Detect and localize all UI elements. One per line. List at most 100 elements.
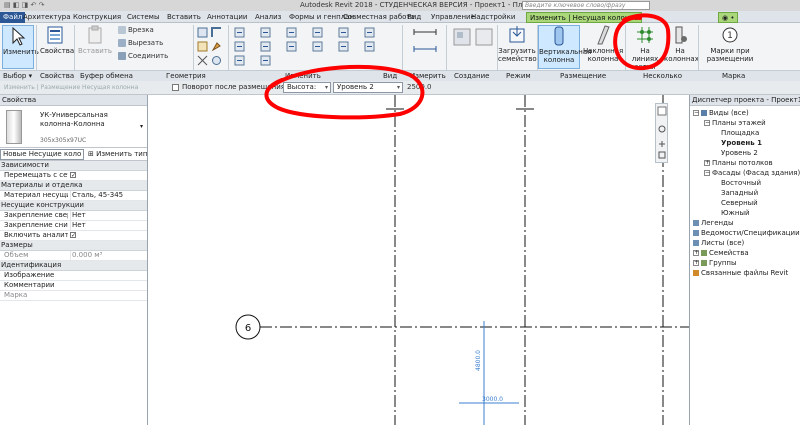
properties-button[interactable]: Свойства [40, 25, 74, 55]
property-group-header[interactable]: Материалы и отделка [0, 181, 147, 191]
level-dropdown[interactable]: Уровень 2 ▾ [333, 82, 403, 93]
property-value[interactable]: 0.000 м³ [70, 251, 146, 260]
tree-node[interactable]: + Группы [693, 259, 737, 268]
pin-icon[interactable] [338, 41, 349, 52]
property-checkbox[interactable]: ✓ [70, 232, 76, 239]
trim-icon[interactable] [234, 41, 245, 52]
ribbon-tab[interactable]: Анализ [252, 12, 284, 23]
ribbon-tab[interactable]: Вставить [164, 12, 204, 23]
tree-node[interactable]: + Семейства [693, 249, 749, 258]
tree-node[interactable]: Восточный [715, 179, 761, 188]
quick-access-toolbar[interactable]: ▤ ◧ ◨ ↶ ↷ [4, 1, 44, 9]
property-group-header[interactable]: Несущие конструкции [0, 201, 147, 211]
rotate-icon[interactable] [364, 27, 375, 38]
tree-node[interactable]: Ведомости/Спецификации [693, 229, 800, 238]
property-group-header[interactable]: Размеры [0, 241, 147, 251]
ribbon-tab[interactable]: Системы [124, 12, 162, 23]
split-face-icon[interactable] [197, 41, 208, 52]
rotate-after-placement-checkbox[interactable] [172, 84, 179, 91]
drawing-canvas[interactable]: 4800.0 3000.0 6 [149, 95, 689, 425]
height-depth-dropdown[interactable]: Высота: ▾ [283, 82, 331, 93]
tree-node[interactable]: Площадка [715, 129, 759, 138]
tree-node[interactable]: − Фасады (Фасад здания) [704, 169, 800, 178]
property-row[interactable]: Комментарии [0, 281, 147, 291]
ribbon-tab[interactable]: Изменить | Несущая колонна [526, 12, 643, 23]
offset-icon[interactable] [260, 27, 271, 38]
tree-node[interactable]: Уровень 2 [715, 149, 758, 158]
tree-node[interactable]: Западный [715, 189, 758, 198]
property-checkbox[interactable]: ✓ [70, 172, 76, 179]
expand-icon[interactable]: + [693, 260, 699, 266]
expand-icon[interactable]: + [693, 250, 699, 256]
wall-join-icon[interactable] [211, 27, 222, 38]
join-geometry-icon[interactable] [211, 55, 222, 66]
ribbon-tab[interactable]: Архитектура [20, 12, 74, 23]
cut-in-button[interactable]: Врезка [118, 26, 154, 35]
modify-button[interactable]: Изменить [2, 25, 39, 69]
property-value[interactable]: Нет [70, 211, 146, 220]
scale-icon[interactable] [312, 41, 323, 52]
ribbon-tab[interactable]: Конструкция [70, 12, 124, 23]
instance-filter-dropdown[interactable]: Новые Несущие коло [0, 149, 84, 160]
property-value[interactable]: Нет [70, 221, 146, 230]
create-group-icon[interactable] [474, 27, 494, 47]
tree-node[interactable]: − Планы этажей [704, 119, 766, 128]
on-grids-button[interactable]: На линиях сетки [627, 25, 663, 71]
property-value[interactable]: Сталь, 45-345 [70, 191, 146, 200]
align-icon[interactable] [234, 27, 245, 38]
tree-node[interactable]: Уровень 1 [715, 139, 762, 148]
tree-node[interactable]: + Планы потолков [704, 159, 773, 168]
demolish-icon[interactable] [197, 55, 208, 66]
height-value-field[interactable]: 2500.0 [407, 83, 432, 91]
on-columns-button[interactable]: На колоннах [664, 25, 699, 63]
mirror-pick-icon[interactable] [286, 27, 297, 38]
collapse-icon[interactable]: − [704, 120, 710, 126]
mirror-draw-icon[interactable] [234, 55, 245, 66]
navigation-bar[interactable] [655, 103, 668, 163]
delete-icon[interactable] [364, 41, 375, 52]
tag-on-placement-button[interactable]: 1 Марки при размещении [702, 25, 758, 63]
paint-icon[interactable] [211, 41, 222, 52]
search-input[interactable]: Введите ключевое слово/фразу [522, 1, 650, 10]
property-row[interactable]: Изображение [0, 271, 147, 281]
expand-icon[interactable]: + [704, 160, 710, 166]
tree-node[interactable]: − Виды (все) [693, 109, 749, 118]
slanted-column-button[interactable]: Наклонная колонна [583, 25, 623, 63]
ribbon-tab[interactable]: Надстройки [468, 12, 518, 23]
tree-node[interactable]: Легенды [693, 219, 734, 228]
type-selector[interactable]: УК-Универсальная колонна-Колонна 305x305… [0, 106, 147, 148]
ribbon-tab[interactable]: Вид [404, 12, 424, 23]
property-row[interactable]: Марка [0, 291, 147, 301]
property-row[interactable]: Закрепление свер...Нет [0, 211, 147, 221]
unpin-icon[interactable] [260, 55, 271, 66]
load-family-button[interactable]: Загрузить семейство [498, 25, 537, 63]
property-row[interactable]: Закрепление снизуНет [0, 221, 147, 231]
ribbon-tab[interactable]: Аннотации [204, 12, 250, 23]
paste-button[interactable]: Вставить [78, 25, 112, 55]
measure-icon[interactable] [412, 27, 438, 38]
cope-icon[interactable] [197, 27, 208, 38]
tree-node[interactable]: Южный [715, 209, 750, 218]
property-group-header[interactable]: Идентификация [0, 261, 147, 271]
collapse-icon[interactable]: − [693, 110, 699, 116]
move-icon[interactable] [312, 27, 323, 38]
array-icon[interactable] [286, 41, 297, 52]
join-button[interactable]: Соединить [118, 52, 168, 61]
property-row[interactable]: Объем 0.000 м³ [0, 251, 147, 261]
tree-node[interactable]: Северный [715, 199, 758, 208]
copy-icon[interactable] [338, 27, 349, 38]
vertical-column-button[interactable]: Вертикальная колонна [538, 25, 591, 69]
ribbon-tab[interactable]: ◉ • [718, 12, 739, 23]
property-row[interactable]: Перемещать с сет...✓ [0, 171, 147, 181]
collapse-icon[interactable]: − [704, 170, 710, 176]
tree-node[interactable]: Листы (все) [693, 239, 744, 248]
panel-select[interactable]: Выбор ▾ [3, 72, 32, 80]
create-parts-icon[interactable] [452, 27, 472, 47]
tree-node[interactable]: Связанные файлы Revit [693, 269, 788, 278]
split-icon[interactable] [260, 41, 271, 52]
edit-type-button[interactable]: ⊞ Изменить тип [88, 150, 147, 158]
property-row[interactable]: Материал несущи...Сталь, 45-345 [0, 191, 147, 201]
property-group-header[interactable]: Зависимости [0, 161, 147, 171]
property-row[interactable]: Включить аналити...✓ [0, 231, 147, 241]
cut-button[interactable]: Вырезать [118, 39, 163, 48]
